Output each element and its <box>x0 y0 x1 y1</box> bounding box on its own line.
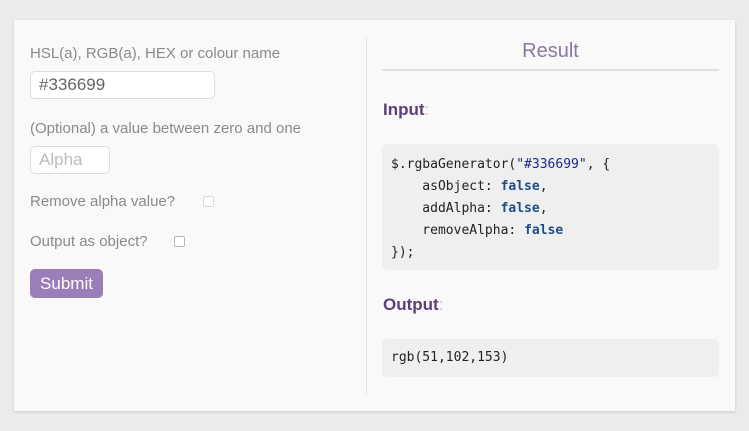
code-opt-removealpha-key: removeAlpha: <box>391 223 525 238</box>
output-heading-text: Output <box>383 295 439 314</box>
remove-alpha-checkbox[interactable] <box>203 196 214 207</box>
output-code-block: rgb(51,102,153) <box>382 339 719 377</box>
colour-label: HSL(a), RGB(a), HEX or colour name <box>30 45 281 62</box>
code-arg-string: "#336699" <box>516 157 587 172</box>
output-value: rgb(51,102,153) <box>391 350 509 365</box>
code-call-open: $.rgbaGenerator( <box>391 157 517 172</box>
input-heading-text: Input <box>383 100 425 119</box>
generator-card: HSL(a), RGB(a), HEX or colour name (Opti… <box>14 20 735 411</box>
input-form: HSL(a), RGB(a), HEX or colour name (Opti… <box>14 20 366 411</box>
code-opt-asobject-end: , <box>539 179 548 194</box>
code-opt-addalpha-end: , <box>539 201 548 216</box>
result-title: Result <box>522 40 579 62</box>
result-panel: Result Input: $.rgbaGenerator("#336699",… <box>382 20 719 411</box>
code-opt-addalpha-value: false <box>500 201 540 216</box>
output-object-label: Output as object? <box>30 233 148 250</box>
code-opt-removealpha-value: false <box>524 223 564 238</box>
alpha-input[interactable] <box>30 146 110 174</box>
code-opt-asobject-value: false <box>500 179 540 194</box>
alpha-label: (Optional) a value between zero and one <box>30 120 302 137</box>
output-heading: Output: <box>383 295 444 314</box>
code-opt-addalpha-key: addAlpha: <box>391 201 501 216</box>
column-divider <box>366 38 367 394</box>
input-code-block: $.rgbaGenerator("#336699", { asObject: f… <box>382 144 719 270</box>
code-close: }); <box>391 245 415 260</box>
remove-alpha-label: Remove alpha value? <box>30 193 176 210</box>
output-object-checkbox[interactable] <box>174 236 185 247</box>
code-call-after-arg: , { <box>586 157 611 172</box>
code-opt-asobject-key: asObject: <box>391 179 501 194</box>
submit-button[interactable]: Submit <box>30 269 103 298</box>
result-divider <box>382 69 719 71</box>
input-heading: Input: <box>383 100 430 119</box>
colour-input[interactable] <box>30 71 215 99</box>
